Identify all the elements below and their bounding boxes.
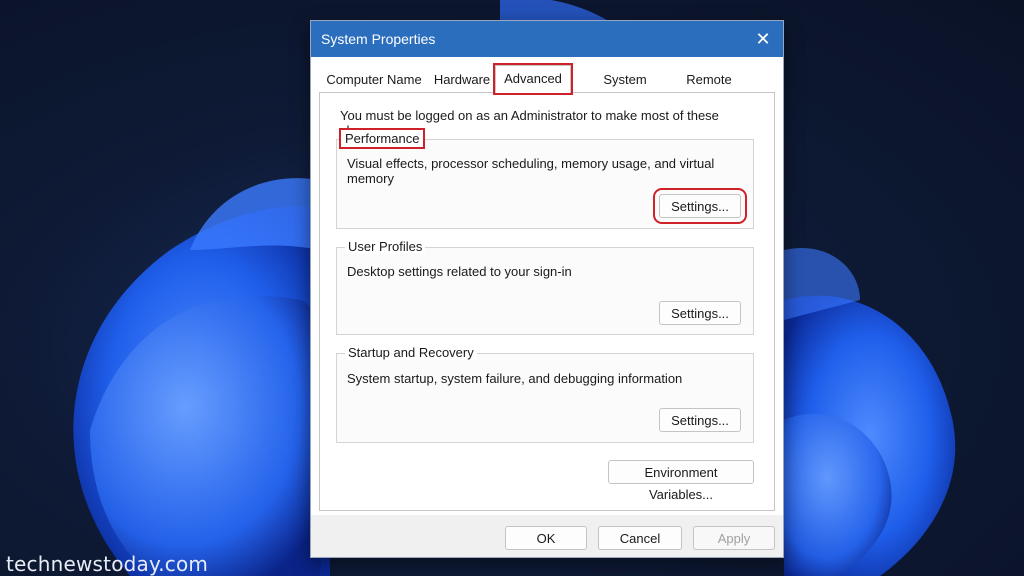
startup-recovery-settings-button[interactable]: Settings... — [659, 408, 741, 432]
user-profiles-description: Desktop settings related to your sign-in — [347, 264, 572, 279]
tab-computer-name[interactable]: Computer Name — [325, 69, 423, 91]
apply-button[interactable]: Apply — [693, 526, 775, 550]
tab-system-protection[interactable]: System Protection — [573, 69, 677, 109]
dialog-footer: OK Cancel Apply — [311, 515, 783, 557]
performance-settings-button[interactable]: Settings... — [653, 188, 747, 224]
startup-recovery-description: System startup, system failure, and debu… — [347, 371, 683, 386]
performance-description: Visual effects, processor scheduling, me… — [347, 156, 715, 186]
dialog-title: System Properties — [321, 31, 436, 47]
title-bar[interactable]: System Properties ✕ — [311, 21, 783, 57]
tab-advanced[interactable]: Advanced — [493, 63, 573, 95]
watermark-text: technewstoday.com — [6, 552, 209, 576]
ok-button[interactable]: OK — [505, 526, 587, 550]
tab-remote[interactable]: Remote — [681, 69, 737, 91]
user-profiles-label: User Profiles — [345, 239, 426, 254]
user-profiles-group: User Profiles Desktop settings related t… — [336, 239, 754, 335]
tab-strip: Computer Name Hardware Advanced System P… — [319, 63, 779, 109]
environment-variables-button[interactable]: Environment Variables... — [608, 460, 754, 502]
tab-hardware[interactable]: Hardware — [429, 69, 495, 91]
advanced-tab-panel: You must be logged on as an Administrato… — [319, 92, 775, 511]
system-properties-dialog: System Properties ✕ Computer Name Hardwa… — [310, 20, 784, 558]
startup-recovery-group: Startup and Recovery System startup, sys… — [336, 345, 754, 443]
performance-label: Performance — [338, 128, 426, 149]
close-icon[interactable]: ✕ — [749, 25, 777, 53]
performance-group: Performance Visual effects, processor sc… — [336, 128, 754, 229]
user-profiles-settings-button[interactable]: Settings... — [659, 301, 741, 325]
startup-recovery-label: Startup and Recovery — [345, 345, 477, 360]
cancel-button[interactable]: Cancel — [598, 526, 682, 550]
